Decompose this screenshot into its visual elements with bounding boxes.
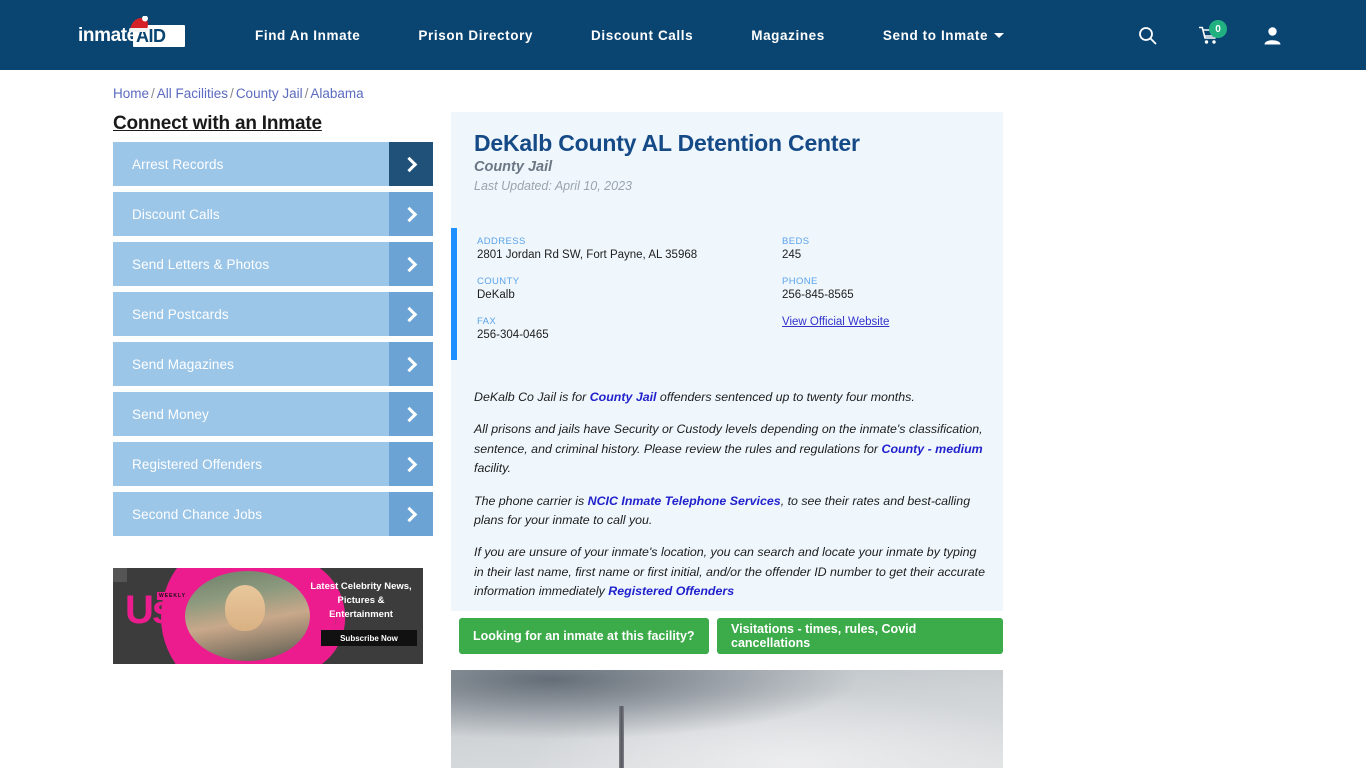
chevron-right-icon (389, 442, 433, 486)
site-header: inmate AID Find An Inmate Prison Directo… (0, 0, 1366, 70)
p1-text-b: offenders sentenced up to twenty four mo… (656, 390, 915, 404)
chevron-right-icon (389, 492, 433, 536)
site-logo[interactable]: inmate AID (78, 16, 188, 52)
nav-label: Prison Directory (418, 27, 534, 43)
facility-type: County Jail (474, 159, 553, 175)
phone-label: PHONE (782, 276, 818, 287)
link-registered-offenders[interactable]: Registered Offenders (608, 584, 734, 598)
chevron-right-icon (389, 292, 433, 336)
fax-value: 256-304-0465 (477, 329, 549, 341)
paragraph-4: If you are unsure of your inmate's locat… (474, 543, 986, 601)
nav-label: Discount Calls (591, 27, 694, 43)
facility-photo (451, 670, 1003, 768)
sidebar-item-registered-offenders[interactable]: Registered Offenders (113, 442, 433, 486)
county-label: COUNTY (477, 276, 520, 287)
sidebar-item-send-letters-photos[interactable]: Send Letters & Photos (113, 242, 433, 286)
beds-label: BEDS (782, 236, 810, 247)
sidebar-item-discount-calls[interactable]: Discount Calls (113, 192, 433, 236)
sidebar-item-label: Registered Offenders (132, 456, 263, 472)
breadcrumb-item-alabama[interactable]: Alabama (310, 86, 363, 101)
sidebar-item-send-magazines[interactable]: Send Magazines (113, 342, 433, 386)
breadcrumb-separator: / (304, 86, 309, 101)
facility-description: DeKalb Co Jail is for County Jail offend… (474, 388, 986, 615)
facility-panel: DeKalb County AL Detention Center County… (451, 112, 1003, 611)
nav-item-magazines[interactable]: Magazines (751, 28, 825, 43)
facility-info-right-column: BEDS 245 PHONE 256-845-8565 View Officia… (782, 236, 982, 328)
chevron-right-icon (389, 142, 433, 186)
sidebar-item-label: Send Postcards (132, 306, 229, 322)
sidebar-item-arrest-records[interactable]: Arrest Records (113, 142, 433, 186)
address-value: 2801 Jordan Rd SW, Fort Payne, AL 35968 (477, 249, 698, 261)
user-icon[interactable] (1263, 26, 1282, 45)
paragraph-3: The phone carrier is NCIC Inmate Telepho… (474, 492, 986, 531)
sidebar-item-send-money[interactable]: Send Money (113, 392, 433, 436)
p3-text-a: The phone carrier is (474, 493, 588, 508)
radio-tower (619, 706, 624, 768)
official-website-link[interactable]: View Official Website (782, 316, 982, 328)
breadcrumb-item-county-jail[interactable]: County Jail (236, 86, 303, 101)
breadcrumb-separator: / (230, 86, 234, 101)
primary-nav: Find An Inmate Prison Directory Discount… (255, 0, 1062, 70)
nav-item-send-to-inmate[interactable]: Send to Inmate (882, 27, 1005, 43)
sidebar-item-label: Discount Calls (132, 206, 220, 222)
ad-headline: Latest Celebrity News, Pictures & Entert… (310, 581, 412, 620)
link-ncic[interactable]: NCIC Inmate Telephone Services (588, 494, 781, 508)
fax-label: FAX (477, 316, 497, 327)
chevron-right-icon (389, 192, 433, 236)
county-value: DeKalb (477, 289, 515, 301)
sidebar-menu: Arrest Records Discount Calls Send Lette… (113, 142, 433, 542)
chevron-right-icon (389, 242, 433, 286)
paragraph-2: All prisons and jails have Security or C… (474, 420, 986, 478)
visitations-button[interactable]: Visitations - times, rules, Covid cancel… (717, 618, 1003, 654)
cart-count-badge: 0 (1209, 20, 1227, 38)
facility-info-left-column: ADDRESS 2801 Jordan Rd SW, Fort Payne, A… (477, 236, 757, 356)
nav-label: Send to Inmate (882, 27, 989, 43)
nav-item-discount-calls[interactable]: Discount Calls (591, 28, 693, 43)
sidebar-advertisement[interactable]: Us WEEKLY Latest Celebrity News, Picture… (113, 568, 423, 664)
chevron-right-icon (389, 392, 433, 436)
page-title: DeKalb County AL Detention Center (474, 130, 860, 156)
p2-text-b: facility. (474, 461, 511, 476)
sidebar-item-label: Second Chance Jobs (132, 506, 263, 522)
nav-label: Find An Inmate (255, 27, 361, 43)
last-updated: Last Updated: April 10, 2023 (474, 179, 632, 193)
phone-value: 256-845-8565 (782, 289, 854, 301)
breadcrumb: Home / All Facilities / County Jail / Alabama (113, 86, 364, 101)
link-county-jail[interactable]: County Jail (590, 390, 657, 404)
breadcrumb-separator: / (151, 86, 155, 101)
paragraph-1: DeKalb Co Jail is for County Jail offend… (474, 388, 986, 407)
address-label: ADDRESS (477, 236, 526, 247)
sidebar-item-label: Send Magazines (132, 356, 234, 372)
beds-value: 245 (782, 249, 802, 261)
santa-hat-icon (129, 16, 148, 32)
breadcrumb-item-home[interactable]: Home (113, 86, 149, 101)
chevron-down-icon (994, 32, 1005, 38)
search-icon[interactable] (1138, 26, 1157, 45)
nav-item-find-an-inmate[interactable]: Find An Inmate (255, 28, 360, 43)
accent-bar (451, 228, 457, 360)
breadcrumb-item-all-facilities[interactable]: All Facilities (157, 86, 228, 101)
sidebar-item-label: Send Money (132, 406, 209, 422)
sidebar-title: Connect with an Inmate (113, 113, 322, 134)
cta-button-row: Looking for an inmate at this facility? … (451, 618, 1003, 654)
sidebar-item-label: Arrest Records (132, 156, 224, 172)
link-county-medium[interactable]: County - medium (882, 442, 983, 456)
nav-label: Magazines (751, 27, 825, 43)
ad-subscribe-button[interactable]: Subscribe Now (321, 630, 417, 646)
sidebar-item-second-chance-jobs[interactable]: Second Chance Jobs (113, 492, 433, 536)
ad-corner-mark (113, 568, 127, 582)
find-inmate-button[interactable]: Looking for an inmate at this facility? (459, 618, 709, 654)
p1-text-a: DeKalb Co Jail is for (474, 390, 590, 404)
chevron-right-icon (389, 342, 433, 386)
nav-item-prison-directory[interactable]: Prison Directory (418, 28, 533, 43)
ad-brand-sublabel: WEEKLY (157, 592, 188, 600)
sidebar-item-send-postcards[interactable]: Send Postcards (113, 292, 433, 336)
sidebar-item-label: Send Letters & Photos (132, 256, 270, 272)
